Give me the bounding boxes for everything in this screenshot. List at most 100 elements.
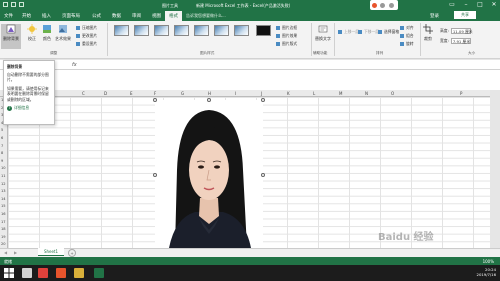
tab-file[interactable]: 文件 [4,13,13,19]
column-header[interactable]: H [208,91,211,96]
row-header[interactable]: 15 [1,204,6,208]
corrections-button[interactable]: 校正 [27,24,37,42]
formula-bar[interactable]: fx [0,60,500,70]
column-header[interactable]: M [339,91,342,96]
change-picture-button[interactable]: 更改图片 [76,33,97,39]
app-icon[interactable] [74,268,84,278]
excel-taskbar-icon[interactable] [94,268,104,278]
row-header[interactable]: 8 [1,151,3,155]
artistic-effects-button[interactable]: 艺术效果 [55,24,71,42]
row-header[interactable]: 16 [1,212,6,216]
ime-toolbar[interactable] [370,0,398,10]
row-header[interactable]: 6 [1,136,3,140]
zoom-level[interactable]: 100% [483,259,494,264]
column-header[interactable]: K [287,91,290,96]
row-header[interactable]: 7 [1,144,3,148]
row-header[interactable]: 18 [1,227,6,231]
picture-style-7[interactable] [234,25,249,36]
column-header[interactable]: N [365,91,368,96]
row-header[interactable]: 9 [1,159,3,163]
explorer-icon[interactable] [22,268,32,278]
column-header[interactable]: O [391,91,394,96]
ribbon-display-icon[interactable]: ▭ [448,1,456,9]
save-icon[interactable] [3,2,8,7]
picture-style-2[interactable] [134,25,149,36]
row-header[interactable]: 5 [1,128,3,132]
picture-style-6[interactable] [214,25,229,36]
tab-review[interactable]: 审阅 [132,13,141,19]
picture-style-5[interactable] [194,25,209,36]
selection-pane-button[interactable]: 选择窗格 [378,29,399,35]
picture-effects-button[interactable]: 图片效果 [276,33,297,39]
bring-forward-button[interactable]: 上移一层 [338,29,359,35]
column-header[interactable]: G [181,91,184,96]
redo-icon[interactable] [19,2,24,7]
reset-picture-button[interactable]: 重设图片 [76,41,97,47]
app-icon[interactable] [56,268,66,278]
resize-handle[interactable] [261,98,265,102]
column-header[interactable]: L [313,91,315,96]
row-header[interactable]: 12 [1,182,6,186]
column-header[interactable]: C [82,91,85,96]
tab-insert[interactable]: 插入 [42,13,51,19]
column-header[interactable]: J [261,91,262,96]
column-header[interactable]: I [235,91,236,96]
picture-layout-button[interactable]: 图片版式 [276,41,297,47]
resize-handle[interactable] [261,173,265,177]
remove-background-button[interactable]: 删除背景 [1,24,21,49]
portrait-picture[interactable] [155,100,263,248]
undo-icon[interactable] [11,2,16,7]
browser-icon[interactable] [38,268,48,278]
row-header[interactable]: 17 [1,220,6,224]
tab-formulas[interactable]: 公式 [92,13,101,19]
resize-handle[interactable] [153,173,157,177]
compress-pictures-button[interactable]: 压缩图片 [76,25,97,31]
tab-format[interactable]: 格式 [165,11,182,21]
scroll-left-icon[interactable]: ◀ [4,250,7,255]
login-link[interactable]: 登录 [430,13,439,19]
picture-border-button[interactable]: 图片边框 [276,25,297,31]
row-header[interactable]: 19 [1,235,6,239]
add-sheet-button[interactable]: + [68,249,76,257]
close-icon[interactable]: ✕ [490,1,498,9]
picture-style-8[interactable] [256,25,271,36]
height-input[interactable]: 11.09 厘米 [450,28,473,34]
tab-data[interactable]: 数据 [112,13,121,19]
scroll-right-icon[interactable]: ▶ [14,250,17,255]
resize-handle[interactable] [153,98,157,102]
row-header[interactable]: 11 [1,174,6,178]
column-header[interactable]: P [460,91,462,96]
tab-view[interactable]: 视图 [152,13,161,19]
align-button[interactable]: 对齐 [400,25,414,31]
row-header[interactable]: 13 [1,189,6,193]
windows-start-icon[interactable] [4,268,14,278]
fx-icon[interactable]: fx [72,62,77,68]
tab-page-layout[interactable]: 页面布局 [62,13,80,19]
column-header[interactable]: F [154,91,156,96]
rotate-button[interactable]: 旋转 [400,41,414,47]
send-backward-button[interactable]: 下移一层 [358,29,379,35]
sheet-tab-sheet1[interactable]: Sheet1 [38,248,64,256]
column-header[interactable]: E [130,91,133,96]
resize-handle[interactable] [207,98,211,102]
alt-text-button[interactable]: 替换文字 [315,24,331,42]
share-button[interactable]: 共享 [454,11,476,19]
group-objects-button[interactable]: 组合 [400,33,414,39]
system-clock[interactable]: 20:24 2019/7/16 [477,267,496,277]
tooltip-more-info-link[interactable]: 详细信息 [7,105,51,111]
tell-me-search[interactable]: 告诉我您想要做什么... [186,13,226,19]
picture-style-1[interactable] [114,25,129,36]
tab-home[interactable]: 开始 [22,13,31,19]
minimize-icon[interactable]: – [462,1,470,9]
row-header[interactable]: 20 [1,242,6,246]
group-divider [311,23,312,56]
color-button[interactable]: 颜色 [42,24,52,42]
maximize-icon[interactable]: □ [476,1,484,9]
width-input[interactable]: 7.91 厘米 [450,38,471,44]
picture-style-3[interactable] [154,25,169,36]
column-header[interactable]: D [104,91,107,96]
row-header[interactable]: 14 [1,197,6,201]
crop-button[interactable]: 裁剪 [423,24,433,42]
picture-style-4[interactable] [174,25,189,36]
row-header[interactable]: 10 [1,166,6,170]
